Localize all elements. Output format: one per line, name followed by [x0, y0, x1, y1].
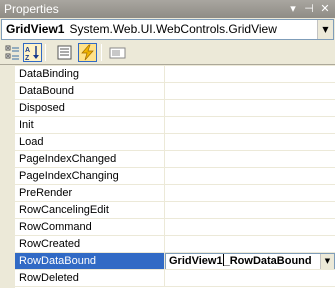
event-row[interactable]: DataBinding	[0, 66, 335, 83]
event-name: RowCommand	[15, 219, 165, 236]
property-pages-icon	[109, 47, 126, 59]
event-handler-value[interactable]	[165, 236, 335, 253]
properties-icon	[57, 45, 72, 60]
handler-text-after-caret: _RowDataBound	[223, 255, 312, 267]
close-icon[interactable]: ✕	[319, 3, 331, 15]
events-icon	[81, 44, 94, 61]
categorized-button[interactable]	[3, 43, 22, 62]
event-name: PageIndexChanged	[15, 151, 165, 168]
property-pages-button[interactable]	[108, 43, 127, 62]
alphabetical-button[interactable]: A Z	[23, 43, 42, 62]
event-name: Disposed	[15, 100, 165, 117]
event-name: RowDataBound	[15, 253, 165, 270]
categorized-icon	[5, 45, 19, 60]
event-handler-value[interactable]	[165, 185, 335, 202]
event-handler-value[interactable]	[165, 83, 335, 100]
handler-text-before-caret: GridView1	[169, 255, 223, 267]
event-handler-value[interactable]	[165, 219, 335, 236]
toolbar-separator	[45, 44, 46, 61]
properties-title-bar: Properties ▾ ⊣ ✕	[0, 0, 335, 18]
event-name: PageIndexChanging	[15, 168, 165, 185]
window-controls: ▾ ⊣ ✕	[287, 0, 331, 18]
event-handler-combobox[interactable]: GridView1_RowDataBound ▼	[165, 253, 335, 269]
event-handler-value[interactable]	[165, 270, 335, 287]
event-row[interactable]: PageIndexChanged	[0, 151, 335, 168]
event-name: Load	[15, 134, 165, 151]
event-row[interactable]: RowDeleted	[0, 270, 335, 287]
event-handler-value[interactable]	[165, 117, 335, 134]
svg-text:Z: Z	[25, 55, 30, 61]
event-row[interactable]: DataBound	[0, 83, 335, 100]
properties-toolbar: A Z	[0, 41, 335, 65]
chevron-down-icon[interactable]: ▼	[320, 254, 334, 269]
event-handler-value[interactable]	[165, 100, 335, 117]
event-row[interactable]: PreRender	[0, 185, 335, 202]
alphabetical-icon: A Z	[25, 46, 39, 62]
event-handler-value[interactable]	[165, 202, 335, 219]
object-selector-dropdown[interactable]: GridView1 System.Web.UI.WebControls.GridV…	[1, 19, 334, 40]
auto-hide-pin-icon[interactable]: ⊣	[303, 3, 315, 15]
chevron-down-icon[interactable]: ▼	[317, 20, 333, 39]
event-row-selected[interactable]: RowDataBound GridView1_RowDataBound ▼	[0, 253, 335, 270]
svg-text:A: A	[25, 47, 30, 54]
event-row[interactable]: Load	[0, 134, 335, 151]
object-name: GridView1	[6, 22, 65, 36]
event-handler-value[interactable]	[165, 134, 335, 151]
event-name: DataBound	[15, 83, 165, 100]
window-position-icon[interactable]: ▾	[287, 3, 299, 15]
event-handler-value[interactable]	[165, 168, 335, 185]
event-row[interactable]: RowCancelingEdit	[0, 202, 335, 219]
event-row[interactable]: Init	[0, 117, 335, 134]
toolbar-separator	[101, 44, 102, 61]
event-handler-value[interactable]	[165, 66, 335, 83]
object-type: System.Web.UI.WebControls.GridView	[69, 22, 277, 36]
event-row[interactable]: RowCreated	[0, 236, 335, 253]
event-name: DataBinding	[15, 66, 165, 83]
event-name: RowCancelingEdit	[15, 202, 165, 219]
event-name: PreRender	[15, 185, 165, 202]
window-title: Properties	[4, 2, 59, 16]
event-name: Init	[15, 117, 165, 134]
event-handler-editor[interactable]: GridView1_RowDataBound ▼	[165, 253, 335, 270]
event-name: RowCreated	[15, 236, 165, 253]
event-row[interactable]: Disposed	[0, 100, 335, 117]
events-button[interactable]	[78, 43, 97, 62]
event-grid: DataBinding DataBound Disposed Init Load…	[0, 66, 335, 288]
properties-button[interactable]	[55, 43, 74, 62]
event-name: RowDeleted	[15, 270, 165, 287]
event-row[interactable]: RowCommand	[0, 219, 335, 236]
event-handler-value[interactable]	[165, 151, 335, 168]
event-row[interactable]: PageIndexChanging	[0, 168, 335, 185]
